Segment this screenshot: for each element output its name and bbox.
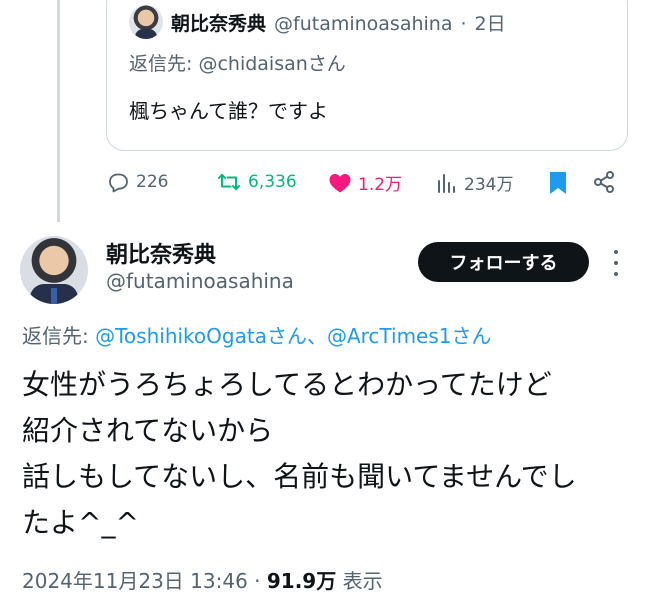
- views-count: 234万: [464, 175, 514, 195]
- quoted-author-handle[interactable]: @futaminoasahina: [274, 13, 452, 35]
- thread-line: [57, 0, 60, 222]
- like-button[interactable]: 1.2万: [328, 170, 402, 195]
- quoted-tweet-text: 楓ちゃんて誰？ですよ: [129, 99, 328, 123]
- heart-icon: [329, 173, 351, 192]
- quoted-reply-prefix: 返信先:: [129, 53, 199, 75]
- tweet-text-line: 話しもしてないし、名前も聞いてませんでし: [22, 460, 577, 493]
- retweet-icon: [218, 173, 240, 191]
- quoted-header: 朝比奈秀典 @futaminoasahina · 2日: [171, 9, 506, 36]
- tweet-views-label: 表示: [336, 569, 383, 593]
- tweet-text: 女性がうろちょろしてるとわかってたけど 紹介されてないから 話しもしてないし、名…: [22, 362, 642, 546]
- share-button[interactable]: [592, 170, 616, 194]
- reply-to: 返信先: @ToshihikoOgataさん、@ArcTimes1さん: [22, 320, 492, 349]
- bookmark-button[interactable]: [547, 170, 569, 196]
- meta-dot: ·: [247, 569, 267, 593]
- quoted-timestamp[interactable]: 2日: [475, 9, 506, 36]
- retweet-button[interactable]: 6,336: [216, 170, 297, 194]
- author-name[interactable]: 朝比奈秀典: [106, 237, 216, 269]
- tweet-text-line: 女性がうろちょろしてるとわかってたけど: [22, 368, 552, 401]
- tweet-text-line: 紹介されてないから: [22, 414, 274, 447]
- quoted-reply-target[interactable]: @chidaisanさん: [198, 53, 345, 75]
- more-icon[interactable]: [612, 250, 620, 276]
- tweet-datetime[interactable]: 2024年11月23日 13:46: [22, 569, 248, 593]
- tweet-views-count: 91.9万: [266, 569, 337, 593]
- tweet-meta: 2024年11月23日 13:46 · 91.9万 表示: [22, 565, 383, 594]
- views-button[interactable]: 234万: [436, 170, 513, 195]
- reply-button[interactable]: 226: [106, 170, 168, 194]
- views-icon: [438, 173, 455, 193]
- quoted-reply-to: 返信先: @chidaisanさん: [129, 49, 346, 76]
- share-icon: [594, 171, 614, 193]
- author-avatar[interactable]: [20, 236, 88, 304]
- action-bar: 226 6,336 1.2万 234万: [106, 170, 626, 200]
- quoted-dot: ·: [460, 13, 467, 35]
- reply-count: 226: [136, 172, 169, 192]
- quoted-author-name[interactable]: 朝比奈秀典: [171, 9, 266, 36]
- quoted-avatar[interactable]: [129, 5, 163, 39]
- reply-targets[interactable]: @ToshihikoOgataさん、@ArcTimes1さん: [95, 324, 491, 348]
- bookmark-icon: [550, 172, 566, 194]
- like-count: 1.2万: [358, 175, 403, 195]
- reply-icon: [109, 173, 128, 193]
- reply-prefix: 返信先:: [22, 324, 96, 348]
- quoted-tweet-card[interactable]: 朝比奈秀典 @futaminoasahina · 2日 返信先: @chidai…: [106, 0, 628, 151]
- tweet-text-line: たよ^_^: [22, 506, 139, 539]
- follow-button[interactable]: フォローする: [418, 242, 589, 282]
- retweet-count: 6,336: [248, 172, 297, 192]
- author-handle[interactable]: @futaminoasahina: [106, 269, 294, 293]
